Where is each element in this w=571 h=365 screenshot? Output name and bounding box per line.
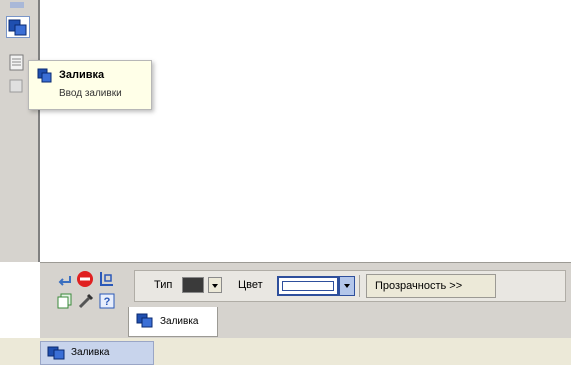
hatch-tool-button[interactable] [6, 52, 30, 74]
transparency-button[interactable]: Прозрачность >> [366, 274, 496, 298]
copy-icon[interactable] [56, 292, 74, 310]
color-label: Цвет [238, 279, 263, 291]
fill-icon [8, 19, 27, 36]
enter-icon[interactable] [56, 272, 74, 290]
extra-tool-button[interactable] [6, 76, 30, 98]
snap-icon[interactable] [98, 270, 116, 288]
object-tab-label: Заливка [160, 316, 199, 327]
partial-icon [10, 2, 24, 8]
fill-tooltip: Заливка Ввод заливки [28, 60, 152, 110]
type-label: Тип [154, 279, 173, 291]
pipette-icon[interactable] [77, 292, 95, 310]
fill-icon [136, 313, 153, 328]
fill-tool-button[interactable] [6, 16, 30, 38]
separator [359, 275, 360, 297]
stop-icon[interactable] [76, 270, 94, 288]
fill-icon [37, 68, 52, 83]
tooltip-subtitle: Ввод заливки [59, 88, 122, 99]
color-field[interactable] [277, 276, 339, 296]
tooltip-title: Заливка [59, 69, 105, 81]
type-dropdown[interactable] [208, 277, 222, 293]
hatch-icon [9, 54, 24, 71]
help-icon[interactable]: ? [98, 292, 116, 310]
workspace-border [38, 0, 40, 262]
left-toolbar [0, 0, 40, 262]
svg-text:?: ? [104, 296, 111, 308]
bottom-tab-fill[interactable]: Заливка [40, 341, 154, 365]
tool-icon [9, 79, 23, 93]
type-swatch[interactable] [182, 277, 204, 293]
fill-icon [47, 346, 65, 360]
object-tab-fill[interactable]: Заливка [128, 307, 218, 337]
color-dropdown[interactable] [339, 276, 355, 296]
bottom-tab-label: Заливка [71, 347, 110, 358]
transparency-label: Прозрачность >> [375, 280, 463, 292]
